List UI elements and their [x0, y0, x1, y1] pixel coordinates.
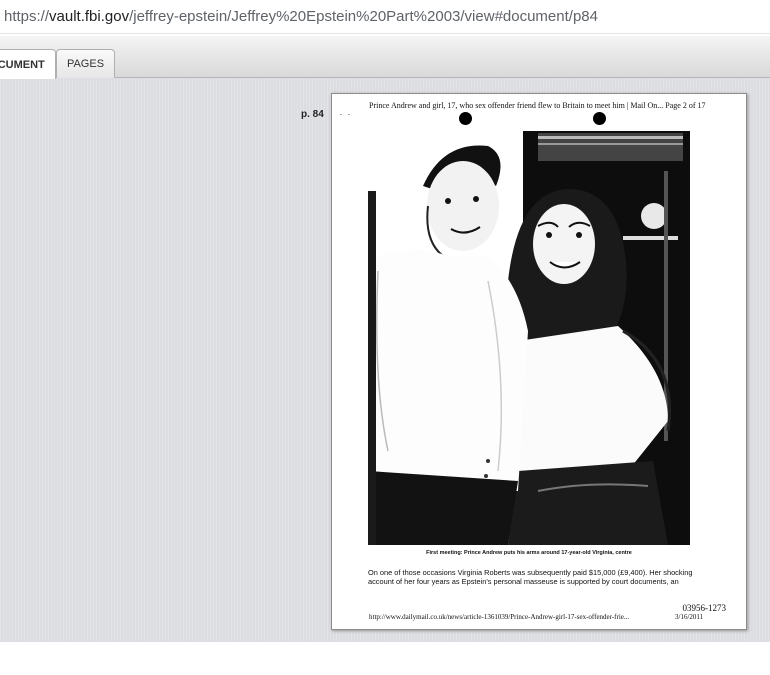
- document-page: Prince Andrew and girl, 17, who sex offe…: [331, 93, 747, 630]
- punch-hole: [593, 112, 606, 125]
- article-body: On one of those occasions Virginia Rober…: [368, 568, 698, 586]
- viewer-tab-strip: Document Pages: [0, 36, 770, 79]
- url-prefix: https://: [4, 8, 50, 25]
- scanned-photo: [368, 131, 690, 545]
- body-line: account of her four years as Epstein's p…: [368, 577, 679, 586]
- document-footer: http://www.dailymail.co.uk/news/article-…: [369, 613, 709, 621]
- url-path: /jeffrey-epstein/Jeffrey%20Epstein%20Par…: [129, 8, 598, 25]
- photo-caption: First meeting: Prince Andrew puts his ar…: [426, 550, 632, 556]
- document-id: 03956-1273: [682, 603, 727, 613]
- punch-hole: [459, 112, 472, 125]
- footer-date: 3/16/2011: [675, 613, 704, 621]
- tab-pages[interactable]: Pages: [56, 49, 115, 78]
- body-line: On one of those occasions Virginia Rober…: [368, 568, 693, 577]
- document-header: Prince Andrew and girl, 17, who sex offe…: [369, 101, 706, 110]
- photo-image: [368, 131, 690, 545]
- address-bar[interactable]: https://vault.fbi.gov/jeffrey-epstein/Je…: [0, 0, 770, 34]
- page-number-label: p. 84: [301, 109, 324, 120]
- footer-url: http://www.dailymail.co.uk/news/article-…: [369, 613, 630, 621]
- tab-document[interactable]: Document: [0, 49, 56, 79]
- margin-marks: . .: [340, 108, 352, 117]
- document-viewer[interactable]: p. 84 Prince Andrew and girl, 17, who se…: [0, 78, 770, 642]
- url-host: vault.fbi.gov: [49, 8, 130, 25]
